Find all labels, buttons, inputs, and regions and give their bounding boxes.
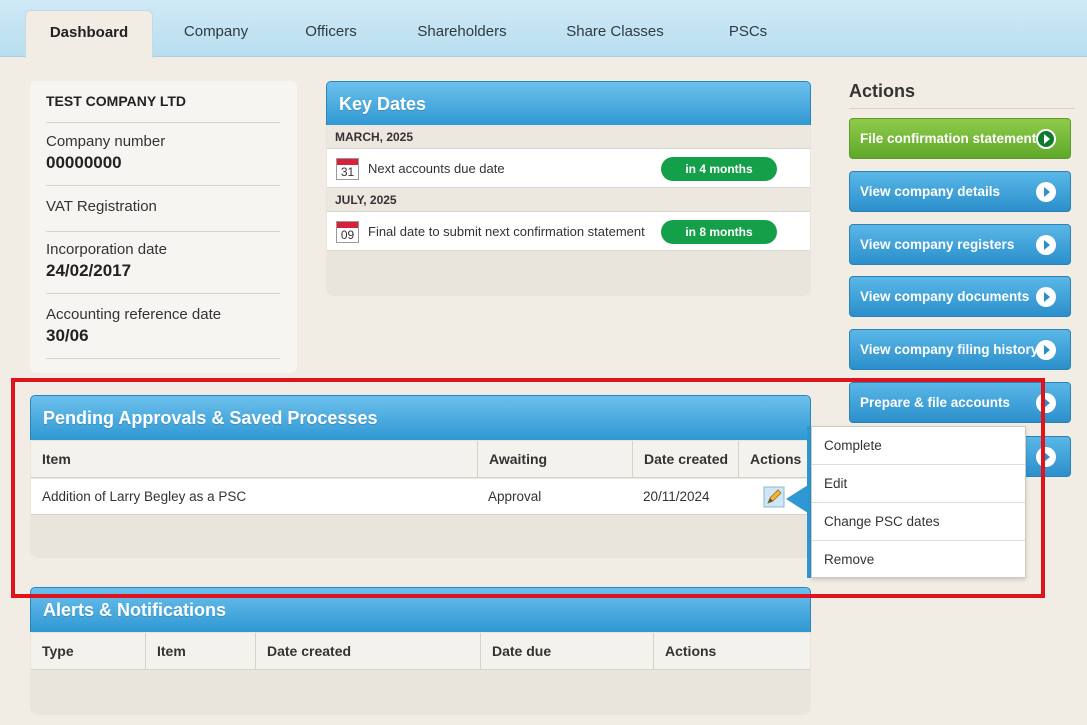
- view-company-documents-button[interactable]: View company documents: [849, 276, 1071, 317]
- menu-item-change-psc-dates[interactable]: Change PSC dates: [812, 503, 1025, 541]
- column-header-date-created[interactable]: Date created: [633, 441, 739, 478]
- menu-item-remove[interactable]: Remove: [812, 541, 1025, 579]
- calendar-icon: 09: [336, 221, 359, 243]
- vat-row: VAT Registration: [46, 198, 280, 232]
- edit-pencil-icon[interactable]: [763, 486, 785, 508]
- arrow-right-icon: [1036, 393, 1056, 413]
- menu-pointer: [786, 485, 808, 513]
- column-header-awaiting[interactable]: Awaiting: [478, 441, 633, 478]
- arrow-right-icon: [1036, 235, 1056, 255]
- arrow-right-icon: [1036, 129, 1056, 149]
- pending-table-header: Item Awaiting Date created Actions: [31, 441, 810, 478]
- incorporation-label: Incorporation date: [46, 241, 167, 258]
- menu-item-complete[interactable]: Complete: [812, 427, 1025, 465]
- row-awaiting: Approval: [488, 489, 542, 504]
- view-company-registers-button[interactable]: View company registers: [849, 224, 1071, 265]
- row-actions-menu: Complete Edit Change PSC dates Remove: [811, 426, 1026, 578]
- accounting-ref-value: 30/06: [46, 326, 89, 345]
- column-header-type[interactable]: Type: [31, 633, 146, 670]
- arrow-right-icon: [1036, 340, 1056, 360]
- file-confirmation-statement-button[interactable]: File confirmation statement: [849, 118, 1071, 159]
- arrow-right-icon: [1036, 182, 1056, 202]
- key-dates-header: Key Dates: [326, 81, 811, 127]
- column-header-item[interactable]: Item: [146, 633, 256, 670]
- row-date-created: 20/11/2024: [643, 489, 710, 504]
- calendar-icon: 31: [336, 158, 359, 180]
- column-header-item[interactable]: Item: [31, 441, 478, 478]
- column-header-date-due[interactable]: Date due: [481, 633, 654, 670]
- view-company-details-button[interactable]: View company details: [849, 171, 1071, 212]
- key-date-row: 09 Final date to submit next confirmatio…: [327, 212, 810, 251]
- arrow-right-icon: [1036, 447, 1056, 467]
- alerts-header: Alerts & Notifications: [30, 587, 811, 633]
- key-dates-month: JULY, 2025: [327, 188, 810, 212]
- key-dates-month: MARCH, 2025: [327, 125, 810, 149]
- tab-company[interactable]: Company: [160, 10, 272, 58]
- incorporation-row: Incorporation date 24/02/2017: [46, 241, 280, 294]
- arrow-right-icon: [1036, 287, 1056, 307]
- tab-dashboard[interactable]: Dashboard: [25, 10, 153, 58]
- column-header-actions: Actions: [750, 451, 802, 467]
- menu-item-edit[interactable]: Edit: [812, 465, 1025, 503]
- incorporation-value: 24/02/2017: [46, 261, 132, 280]
- accounting-ref-label: Accounting reference date: [46, 306, 222, 323]
- pending-approvals-header: Pending Approvals & Saved Processes: [30, 395, 811, 441]
- company-number-row: Company number 00000000: [46, 133, 280, 186]
- company-summary-card: TEST COMPANY LTD Company number 00000000…: [30, 81, 297, 373]
- key-date-row: 31 Next accounts due date in 4 months: [327, 149, 810, 188]
- prepare-file-accounts-button[interactable]: Prepare & file accounts: [849, 382, 1071, 423]
- company-number-label: Company number: [46, 133, 166, 150]
- actions-title: Actions: [849, 81, 1075, 109]
- tab-officers[interactable]: Officers: [285, 10, 377, 58]
- due-badge: in 8 months: [661, 220, 777, 244]
- table-row: Addition of Larry Begley as a PSC Approv…: [31, 479, 810, 515]
- tab-pscs[interactable]: PSCs: [703, 10, 793, 58]
- vat-label: VAT Registration: [46, 198, 157, 215]
- company-number-value: 00000000: [46, 153, 122, 172]
- row-item: Addition of Larry Begley as a PSC: [42, 489, 247, 504]
- due-badge: in 4 months: [661, 157, 777, 181]
- key-date-text: Next accounts due date: [368, 161, 505, 176]
- tab-shareholders[interactable]: Shareholders: [395, 10, 529, 58]
- column-header-date-created[interactable]: Date created: [256, 633, 481, 670]
- company-name-row: TEST COMPANY LTD: [46, 93, 280, 123]
- accounting-ref-row: Accounting reference date 30/06: [46, 306, 280, 359]
- key-date-text: Final date to submit next confirmation s…: [368, 224, 645, 239]
- top-tab-bar: Dashboard Company Officers Shareholders …: [0, 0, 1087, 58]
- tab-share-classes[interactable]: Share Classes: [548, 10, 682, 58]
- alerts-table-header: Type Item Date created Date due Actions: [31, 633, 810, 670]
- company-name: TEST COMPANY LTD: [46, 93, 186, 109]
- column-header-actions: Actions: [665, 643, 717, 659]
- view-filing-history-button[interactable]: View company filing history: [849, 329, 1071, 370]
